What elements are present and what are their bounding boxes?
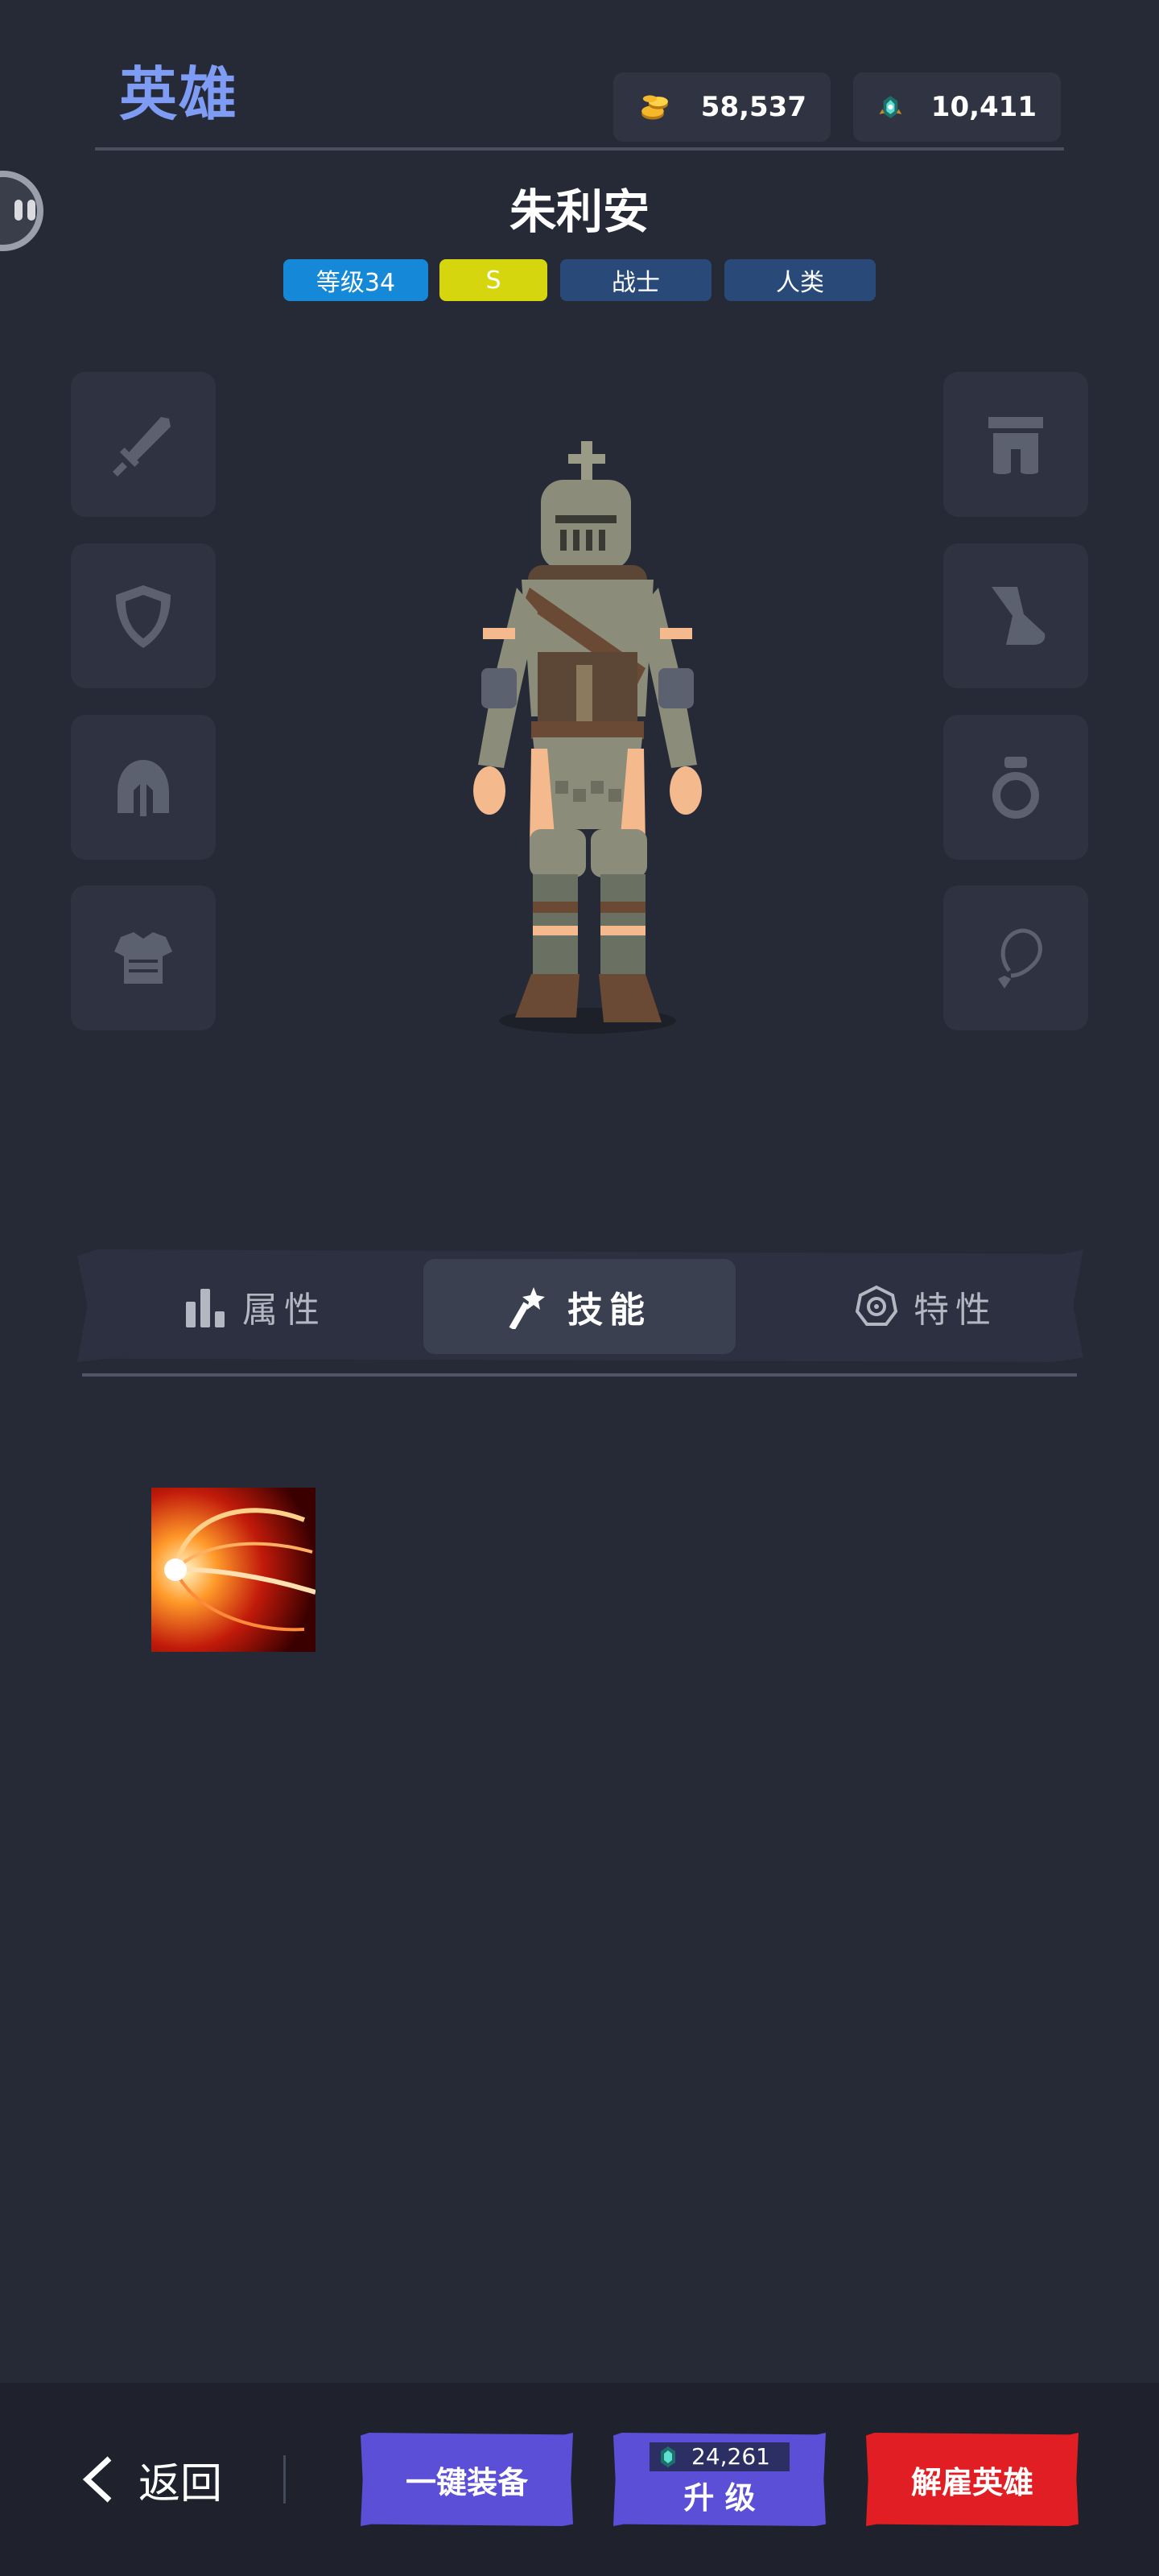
armor-slot[interactable] xyxy=(71,886,216,1030)
tab-divider xyxy=(82,1373,1077,1377)
skill-slot[interactable] xyxy=(151,1488,316,1652)
chevron-left-icon xyxy=(82,2456,112,2503)
pants-icon xyxy=(988,417,1043,474)
gold-coins-icon xyxy=(641,95,668,120)
necklace-icon xyxy=(998,928,1042,989)
bar-chart-icon xyxy=(186,1289,225,1327)
hero-figure xyxy=(473,441,702,1034)
level-tag: 等级34 xyxy=(283,259,428,301)
boots-slot[interactable] xyxy=(943,543,1088,688)
gem-counter[interactable]: 10,411 xyxy=(853,72,1061,142)
tab-traits-label: 特性 xyxy=(914,1290,997,1331)
shield-slot[interactable] xyxy=(71,543,216,688)
boot-icon xyxy=(992,587,1046,645)
fire-slash-icon xyxy=(151,1488,316,1652)
header-divider xyxy=(95,147,1064,151)
gem-crest-icon xyxy=(661,2446,675,2467)
rank-tag: S xyxy=(439,259,547,301)
tab-attributes[interactable]: 属性 xyxy=(142,1259,367,1354)
armor-icon xyxy=(114,932,172,984)
ring-slot[interactable] xyxy=(943,715,1088,860)
helmet-icon xyxy=(118,760,169,816)
gem-amount: 10,411 xyxy=(930,91,1037,123)
hero-name: 朱利安 xyxy=(509,184,650,239)
tab-skills-label: 技能 xyxy=(567,1290,651,1331)
race-tag: 人类 xyxy=(724,259,876,301)
equip-all-button[interactable]: 一键装备 xyxy=(361,2433,573,2526)
tab-attributes-label: 属性 xyxy=(242,1290,326,1331)
tab-traits[interactable]: 特性 xyxy=(813,1259,1038,1354)
equip-all-label: 一键装备 xyxy=(405,2464,528,2500)
ring-icon xyxy=(992,757,1039,819)
back-label: 返回 xyxy=(138,2459,223,2508)
page-title: 英雄 xyxy=(119,60,239,128)
magic-wand-icon xyxy=(509,1287,545,1329)
class-tag: 战士 xyxy=(560,259,711,301)
upgrade-button[interactable]: 24,261 升 级 xyxy=(613,2433,826,2526)
pants-slot[interactable] xyxy=(943,372,1088,517)
sword-icon xyxy=(113,417,171,477)
back-button[interactable]: 返回 xyxy=(80,2447,222,2512)
helmet-slot[interactable] xyxy=(71,715,216,860)
trait-badge-icon xyxy=(855,1285,898,1326)
upgrade-label: 升 级 xyxy=(683,2479,756,2516)
tab-skills[interactable]: 技能 xyxy=(423,1259,736,1354)
dismiss-hero-button[interactable]: 解雇英雄 xyxy=(866,2433,1079,2526)
upgrade-cost: 24,261 xyxy=(650,2442,790,2471)
necklace-slot[interactable] xyxy=(943,886,1088,1030)
upgrade-cost-value: 24,261 xyxy=(691,2443,770,2470)
footer-divider xyxy=(283,2455,286,2504)
shield-icon xyxy=(116,585,171,648)
dismiss-hero-label: 解雇英雄 xyxy=(910,2464,1033,2500)
gold-counter[interactable]: 58,537 xyxy=(613,72,831,142)
gem-crest-icon xyxy=(879,96,902,118)
gold-amount: 58,537 xyxy=(700,91,806,123)
weapon-slot[interactable] xyxy=(71,372,216,517)
